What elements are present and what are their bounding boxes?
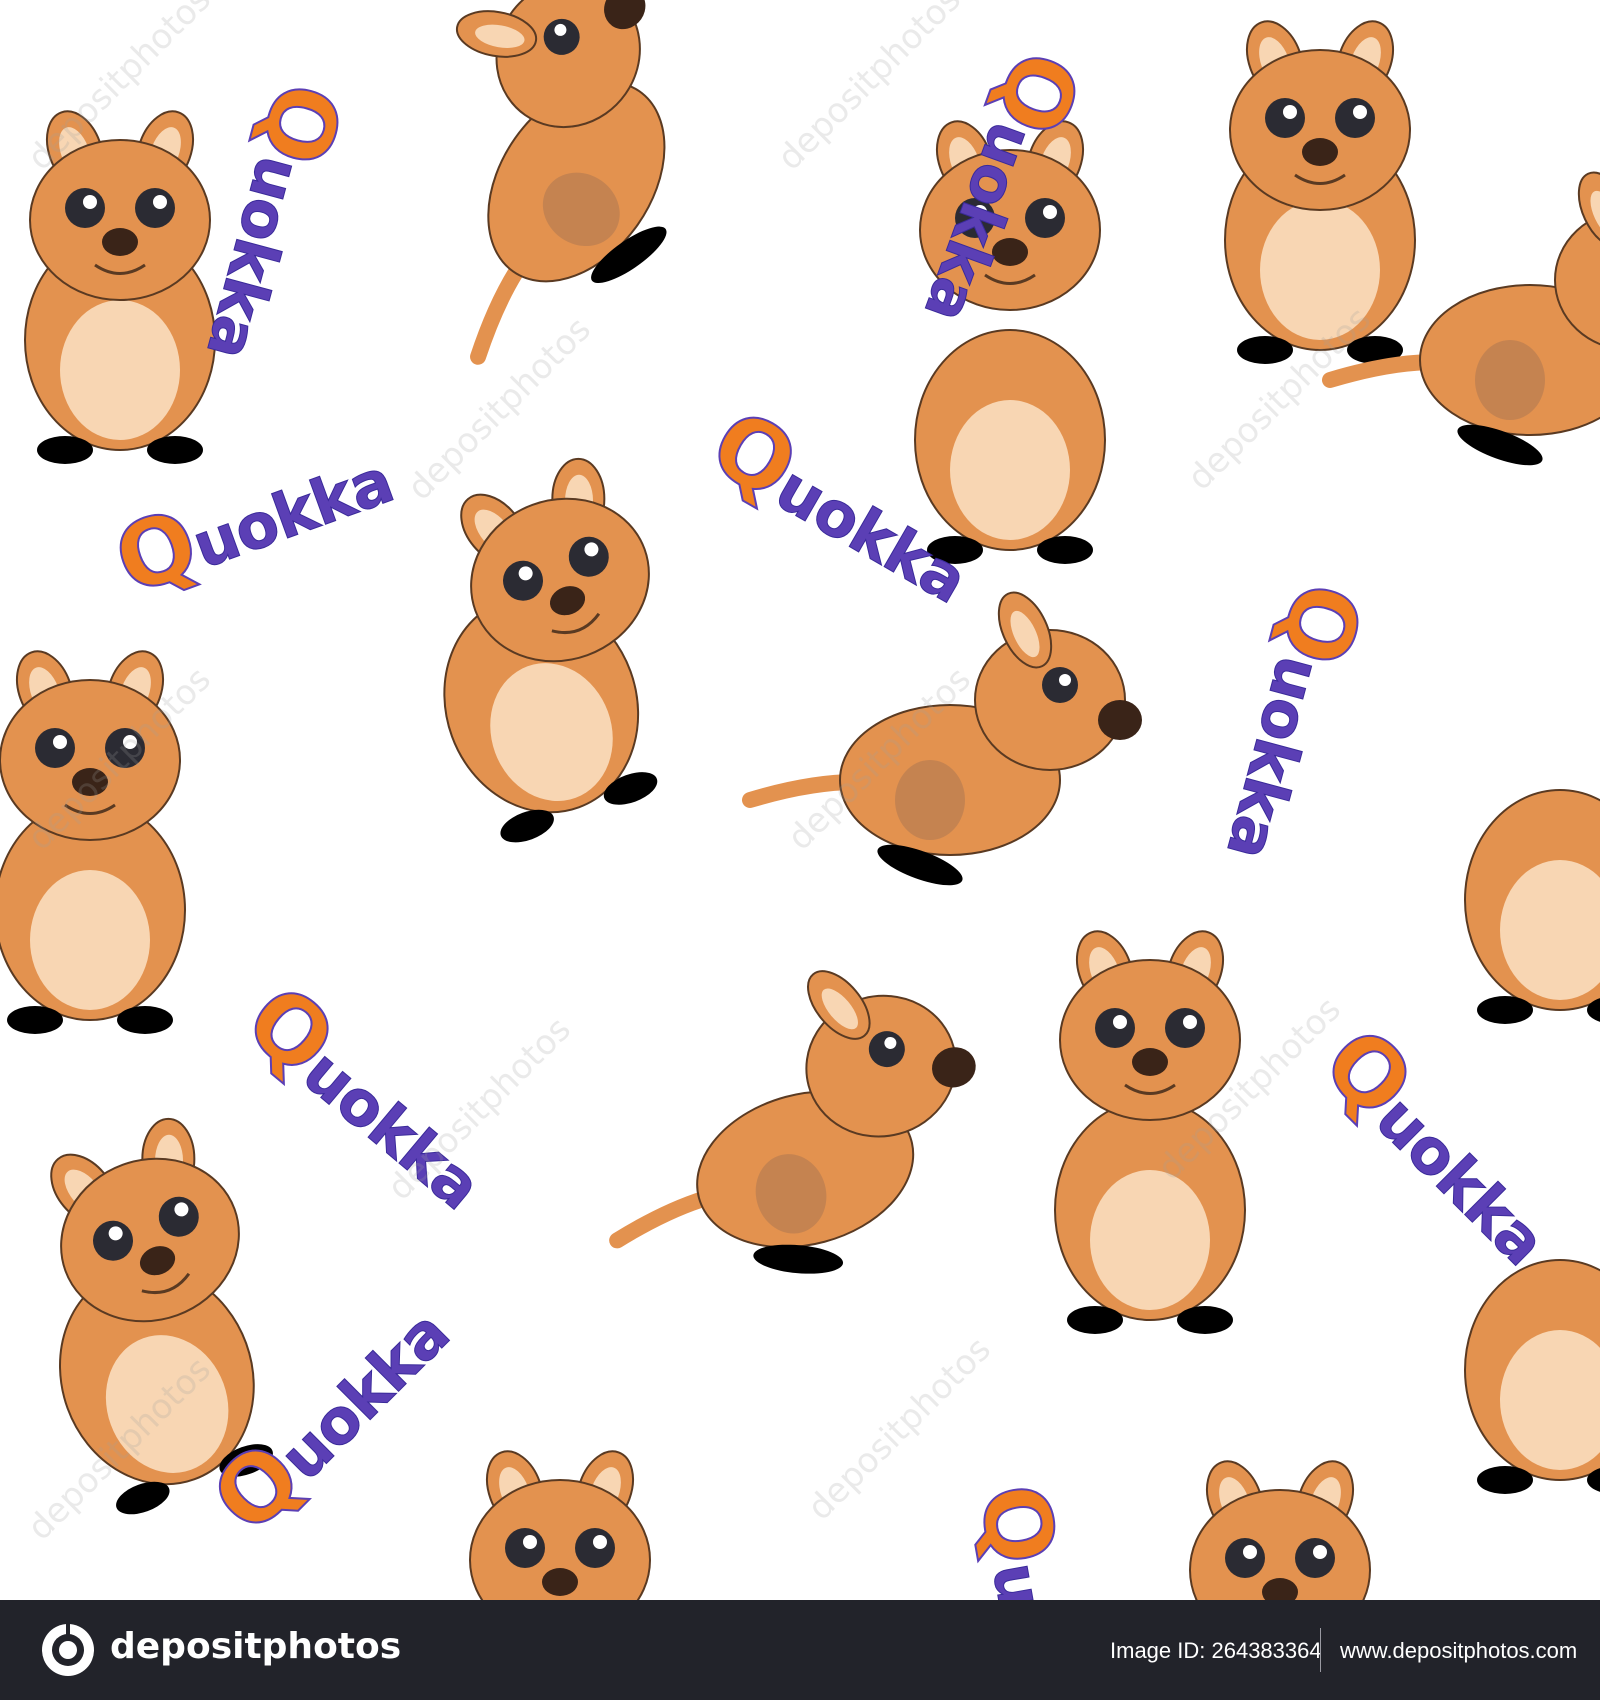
footer-divider (1320, 1628, 1321, 1672)
quokka-13 (1188, 1452, 1372, 1600)
quokka-12 (468, 1442, 652, 1600)
site-url[interactable]: www.depositphotos.com (1340, 1638, 1577, 1664)
footer-bar: depositphotos Image ID: 264383364 www.de… (0, 1600, 1600, 1700)
quokka-9 (561, 931, 1020, 1331)
quokka-14 (1464, 789, 1600, 1025)
image-id-label: Image ID: 264383364 (1110, 1638, 1322, 1663)
brand-name: depositphotos (110, 1626, 402, 1667)
quokka-4 (1224, 12, 1416, 365)
pattern-canvas: Quokka Quokka Quokka Quokka Quokka Quokk… (0, 0, 1600, 1600)
quokka-15 (1464, 1259, 1600, 1495)
depositphotos-logo-icon (42, 1624, 94, 1676)
